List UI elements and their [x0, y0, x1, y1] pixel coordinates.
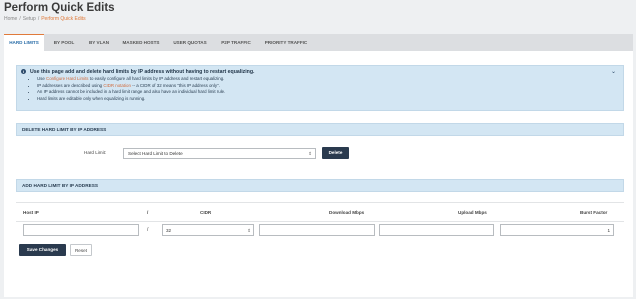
breadcrumb-home[interactable]: Home	[4, 16, 17, 22]
hard-limit-select[interactable]: Select Hard Limit to Delete ⇕	[123, 148, 316, 159]
col-host-ip: Host IP	[23, 210, 39, 215]
add-section-heading: ADD HARD LIMIT BY IP ADDRESS	[16, 179, 624, 192]
page-title: Perform Quick Edits	[4, 2, 115, 14]
delete-section-heading: DELETE HARD LIMIT BY IP ADDRESS	[16, 123, 624, 136]
reset-button[interactable]: Reset	[70, 244, 92, 256]
hard-limit-select-value: Select Hard Limit to Delete	[128, 151, 183, 156]
tab-priority-traffic[interactable]: PRIORITY TRAFFIC	[260, 34, 312, 51]
download-input[interactable]	[259, 224, 375, 236]
col-cidr: CIDR	[200, 210, 212, 215]
tab-p2p-traffic[interactable]: P2P TRAFFIC	[216, 34, 256, 51]
col-upload: Upload Mbps	[458, 210, 487, 215]
info-icon: i	[21, 69, 26, 74]
info-box: i Use this page add and delete hard limi…	[16, 65, 624, 111]
info-list: Use Configure Hard Limits to easily conf…	[33, 76, 225, 102]
col-download: Download Mbps	[329, 210, 365, 215]
hard-limit-label: Hard Limit:	[84, 150, 107, 155]
host-ip-input[interactable]	[23, 224, 139, 236]
upload-input[interactable]	[379, 224, 494, 236]
burst-input[interactable]: 1	[500, 224, 614, 236]
info-bullet: Hard limits are editable only when equal…	[37, 96, 225, 103]
tab-bar: HARD LIMITS BY POOL BY VLAN MASKED HOSTS…	[4, 34, 633, 51]
info-bullet: Use Configure Hard Limits to easily conf…	[37, 76, 225, 83]
tab-hard-limits[interactable]: HARD LIMITS	[4, 34, 44, 51]
select-arrows-icon: ⇕	[308, 151, 312, 156]
configure-hard-limits-link[interactable]: Configure Hard Limits	[46, 76, 88, 81]
info-title: Use this page add and delete hard limits…	[30, 69, 255, 75]
table-header: Host IP / CIDR Download Mbps Upload Mbps…	[16, 202, 624, 222]
tab-masked-hosts[interactable]: MASKED HOSTS	[118, 34, 164, 51]
cidr-notation-link[interactable]: CIDR notation	[103, 83, 131, 88]
col-burst: Burst Factor	[580, 210, 608, 215]
info-bullet: IP addresses are described using CIDR no…	[37, 83, 225, 90]
tab-user-quotas[interactable]: USER QUOTAS	[168, 34, 212, 51]
main-panel: HARD LIMITS BY POOL BY VLAN MASKED HOSTS…	[4, 34, 633, 297]
save-changes-button[interactable]: Save Changes	[19, 244, 66, 256]
tab-by-pool[interactable]: BY POOL	[48, 34, 80, 51]
info-bullet: An IP address cannot be included in a ha…	[37, 89, 225, 96]
col-slash: /	[147, 210, 149, 215]
cidr-value: 32	[166, 228, 172, 233]
stepper-icon[interactable]: ⇕	[247, 225, 251, 236]
chevron-down-icon[interactable]: ⌄	[611, 68, 616, 75]
breadcrumb-setup[interactable]: Setup	[23, 16, 36, 22]
tab-by-vlan[interactable]: BY VLAN	[84, 34, 114, 51]
breadcrumb: Home / Setup / Perform Quick Edits	[4, 16, 86, 22]
cidr-slash: /	[147, 227, 149, 233]
breadcrumb-current: Perform Quick Edits	[41, 16, 86, 22]
cidr-input[interactable]: 32 ⇕	[162, 224, 254, 236]
delete-button[interactable]: Delete	[322, 147, 349, 159]
